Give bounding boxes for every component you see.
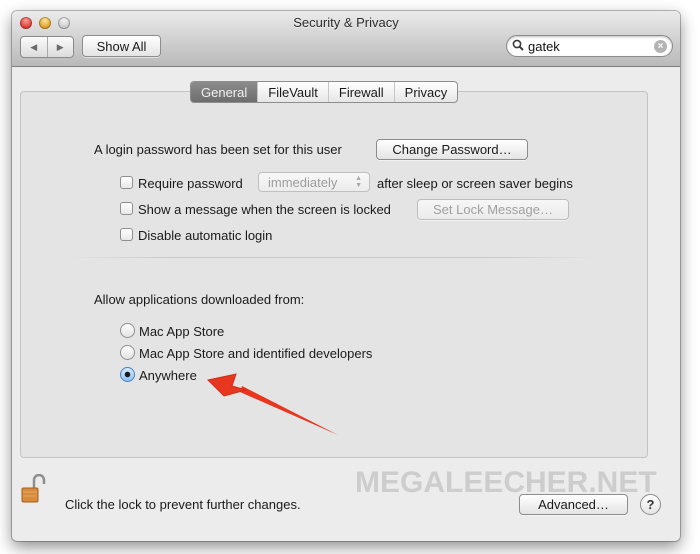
search-icon	[512, 39, 528, 54]
back-button[interactable]: ◀	[21, 37, 47, 57]
help-button[interactable]: ?	[640, 494, 661, 515]
set-lock-message-button[interactable]: Set Lock Message…	[417, 199, 569, 220]
lock-status-text: Click the lock to prevent further change…	[65, 497, 301, 512]
show-message-checkbox[interactable]	[120, 202, 133, 215]
radio-label-anywhere: Anywhere	[139, 368, 197, 383]
radio-identified-developers[interactable]	[120, 345, 135, 360]
radio-label-mac-app-store: Mac App Store	[139, 324, 225, 339]
titlebar: Security & Privacy ◀ ▶ Show All ×	[12, 11, 680, 67]
radio-mac-app-store[interactable]	[120, 323, 135, 338]
tab-firewall[interactable]: Firewall	[327, 82, 394, 102]
advanced-button[interactable]: Advanced…	[519, 494, 628, 515]
disable-auto-login-label: Disable automatic login	[138, 228, 273, 243]
back-arrow-icon: ◀	[30, 41, 38, 52]
tab-filevault[interactable]: FileVault	[257, 82, 328, 102]
tab-bar: General FileVault Firewall Privacy	[190, 81, 459, 103]
require-password-delay-popup[interactable]: immediately ▲ ▼	[258, 172, 370, 192]
delay-value: immediately	[268, 174, 338, 190]
search-input[interactable]	[528, 38, 648, 54]
tab-general[interactable]: General	[191, 82, 258, 102]
forward-button[interactable]: ▶	[46, 37, 74, 57]
require-password-label: Require password	[138, 176, 243, 191]
show-all-button[interactable]: Show All	[82, 35, 161, 57]
unlocked-padlock-icon[interactable]	[20, 474, 46, 504]
section-divider	[66, 257, 596, 258]
window-title: Security & Privacy	[293, 15, 399, 30]
login-password-label: A login password has been set for this u…	[94, 142, 342, 157]
change-password-button[interactable]: Change Password…	[376, 139, 528, 160]
tab-privacy[interactable]: Privacy	[393, 82, 458, 102]
show-message-label: Show a message when the screen is locked	[138, 202, 391, 217]
forward-arrow-icon: ▶	[56, 41, 64, 52]
require-password-suffix: after sleep or screen saver begins	[377, 176, 573, 191]
disable-auto-login-checkbox[interactable]	[120, 228, 133, 241]
clear-search-icon[interactable]: ×	[654, 40, 667, 53]
radio-anywhere[interactable]	[120, 367, 135, 382]
radio-label-identified-developers: Mac App Store and identified developers	[139, 346, 373, 361]
popup-arrows-icon: ▲ ▼	[355, 175, 362, 189]
allow-apps-heading: Allow applications downloaded from:	[94, 292, 305, 307]
search-field[interactable]: ×	[506, 35, 673, 57]
back-forward-control: ◀ ▶	[20, 36, 74, 58]
require-password-checkbox[interactable]	[120, 176, 133, 189]
